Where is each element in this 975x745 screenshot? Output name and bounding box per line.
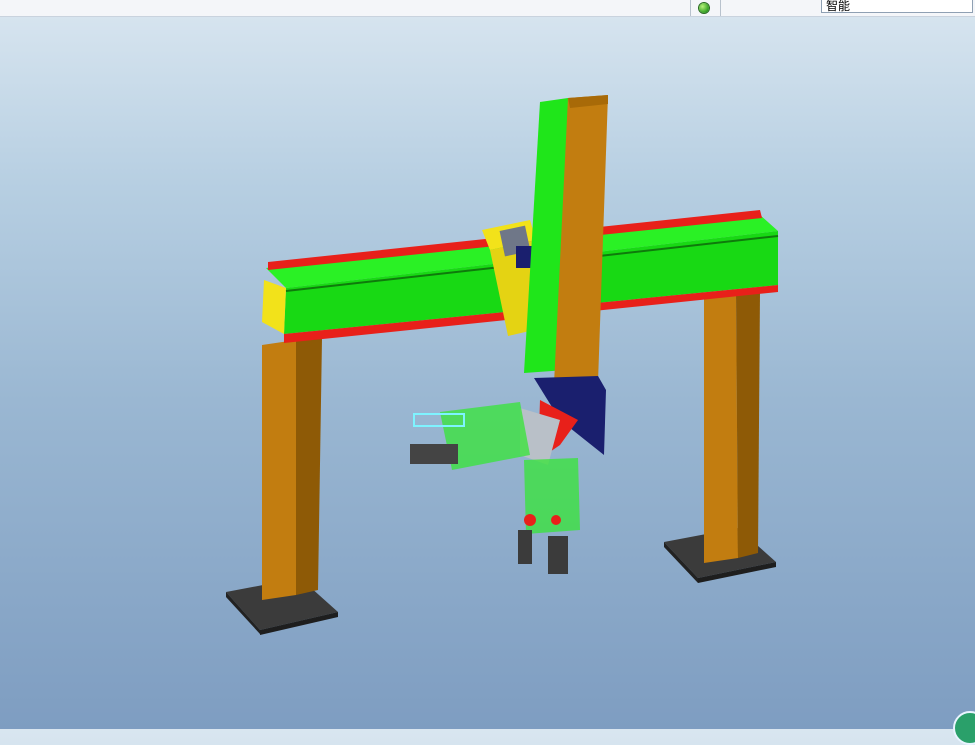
right-support-column[interactable] bbox=[704, 292, 760, 563]
3d-graphics-viewport[interactable] bbox=[0, 17, 975, 729]
toolbar-separator bbox=[690, 0, 691, 16]
orientation-indicator-icon bbox=[953, 711, 975, 745]
vertical-arm[interactable] bbox=[524, 95, 608, 384]
gripper-bottom[interactable] bbox=[518, 458, 580, 574]
selection-filter-dropdown[interactable]: 智能 bbox=[821, 0, 973, 13]
green-light-icon[interactable] bbox=[699, 3, 709, 13]
wrist-joint[interactable] bbox=[520, 376, 606, 465]
toolbar-separator bbox=[720, 0, 721, 16]
left-support-column[interactable] bbox=[262, 338, 322, 600]
top-toolbar: 智能 bbox=[0, 0, 975, 17]
gripper-left[interactable] bbox=[410, 402, 530, 470]
